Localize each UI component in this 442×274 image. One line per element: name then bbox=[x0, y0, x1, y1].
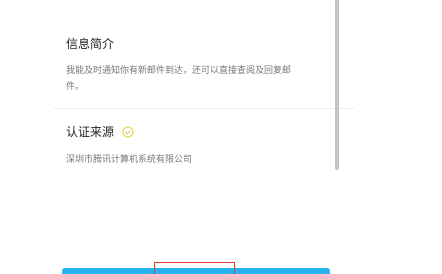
intro-description: 我能及时通知你有新邮件到达，还可以直接查阅及回复邮件。 bbox=[66, 66, 292, 92]
verified-check-icon bbox=[122, 126, 134, 138]
scrollbar[interactable] bbox=[335, 0, 339, 170]
certification-title: 认证来源 bbox=[66, 125, 115, 139]
intro-section: 信息简介 我能及时通知你有新邮件到达，还可以直接查阅及回复邮件。 bbox=[66, 36, 330, 95]
certification-heading: 认证来源 bbox=[66, 124, 330, 140]
certification-section: 认证来源 深圳市腾讯计算机系统有限公司 bbox=[66, 124, 330, 168]
highlight-annotation-box bbox=[154, 262, 235, 274]
certification-source: 深圳市腾讯计算机系统有限公司 bbox=[66, 155, 193, 165]
detail-panel: 信息简介 我能及时通知你有新邮件到达，还可以直接查阅及回复邮件。 认证来源 深圳… bbox=[0, 0, 354, 274]
account-detail-page: 信息简介 我能及时通知你有新邮件到达，还可以直接查阅及回复邮件。 认证来源 深圳… bbox=[0, 0, 442, 274]
section-divider bbox=[54, 108, 354, 109]
intro-title: 信息简介 bbox=[66, 37, 115, 51]
